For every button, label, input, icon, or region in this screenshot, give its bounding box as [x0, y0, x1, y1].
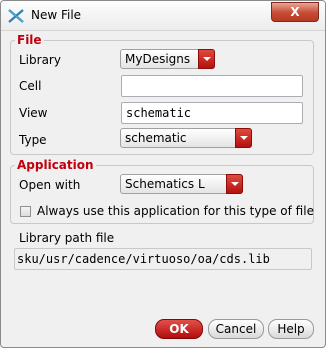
file-group-title: File [15, 32, 44, 48]
chevron-down-icon[interactable] [198, 49, 215, 69]
close-icon: X [290, 5, 300, 19]
library-dropdown[interactable]: MyDesigns [120, 49, 215, 69]
type-label: Type [19, 133, 47, 147]
application-group-title: Application [15, 157, 96, 173]
app-x-icon [7, 8, 25, 24]
library-path-field[interactable]: sku/usr/cadence/virtuoso/oa/cds.lib [14, 248, 312, 270]
open-with-dropdown[interactable]: Schematics L [120, 174, 243, 194]
view-label: View [19, 106, 48, 120]
always-use-checkbox[interactable] [20, 206, 31, 217]
cell-label: Cell [19, 79, 42, 93]
chevron-down-icon[interactable] [226, 174, 243, 194]
help-button[interactable]: Help [268, 319, 314, 339]
type-value: schematic [125, 131, 187, 145]
library-value: MyDesigns [125, 52, 191, 66]
ok-button[interactable]: OK [155, 319, 203, 339]
close-button[interactable]: X [271, 2, 319, 22]
window-title: New File [31, 8, 82, 22]
cancel-button[interactable]: Cancel [208, 319, 264, 339]
new-file-dialog: New File X File Library MyDesigns Cell V… [0, 0, 326, 348]
always-use-label: Always use this application for this typ… [37, 204, 314, 218]
open-with-value: Schematics L [125, 177, 205, 191]
title-bar[interactable]: New File X [1, 1, 325, 31]
chevron-down-icon[interactable] [235, 128, 252, 148]
cell-field[interactable] [121, 75, 303, 97]
library-label: Library [19, 53, 61, 67]
open-with-label: Open with [19, 178, 81, 192]
view-field[interactable]: schematic [121, 102, 303, 124]
type-dropdown[interactable]: schematic [120, 128, 252, 148]
library-path-label: Library path file [19, 231, 115, 245]
